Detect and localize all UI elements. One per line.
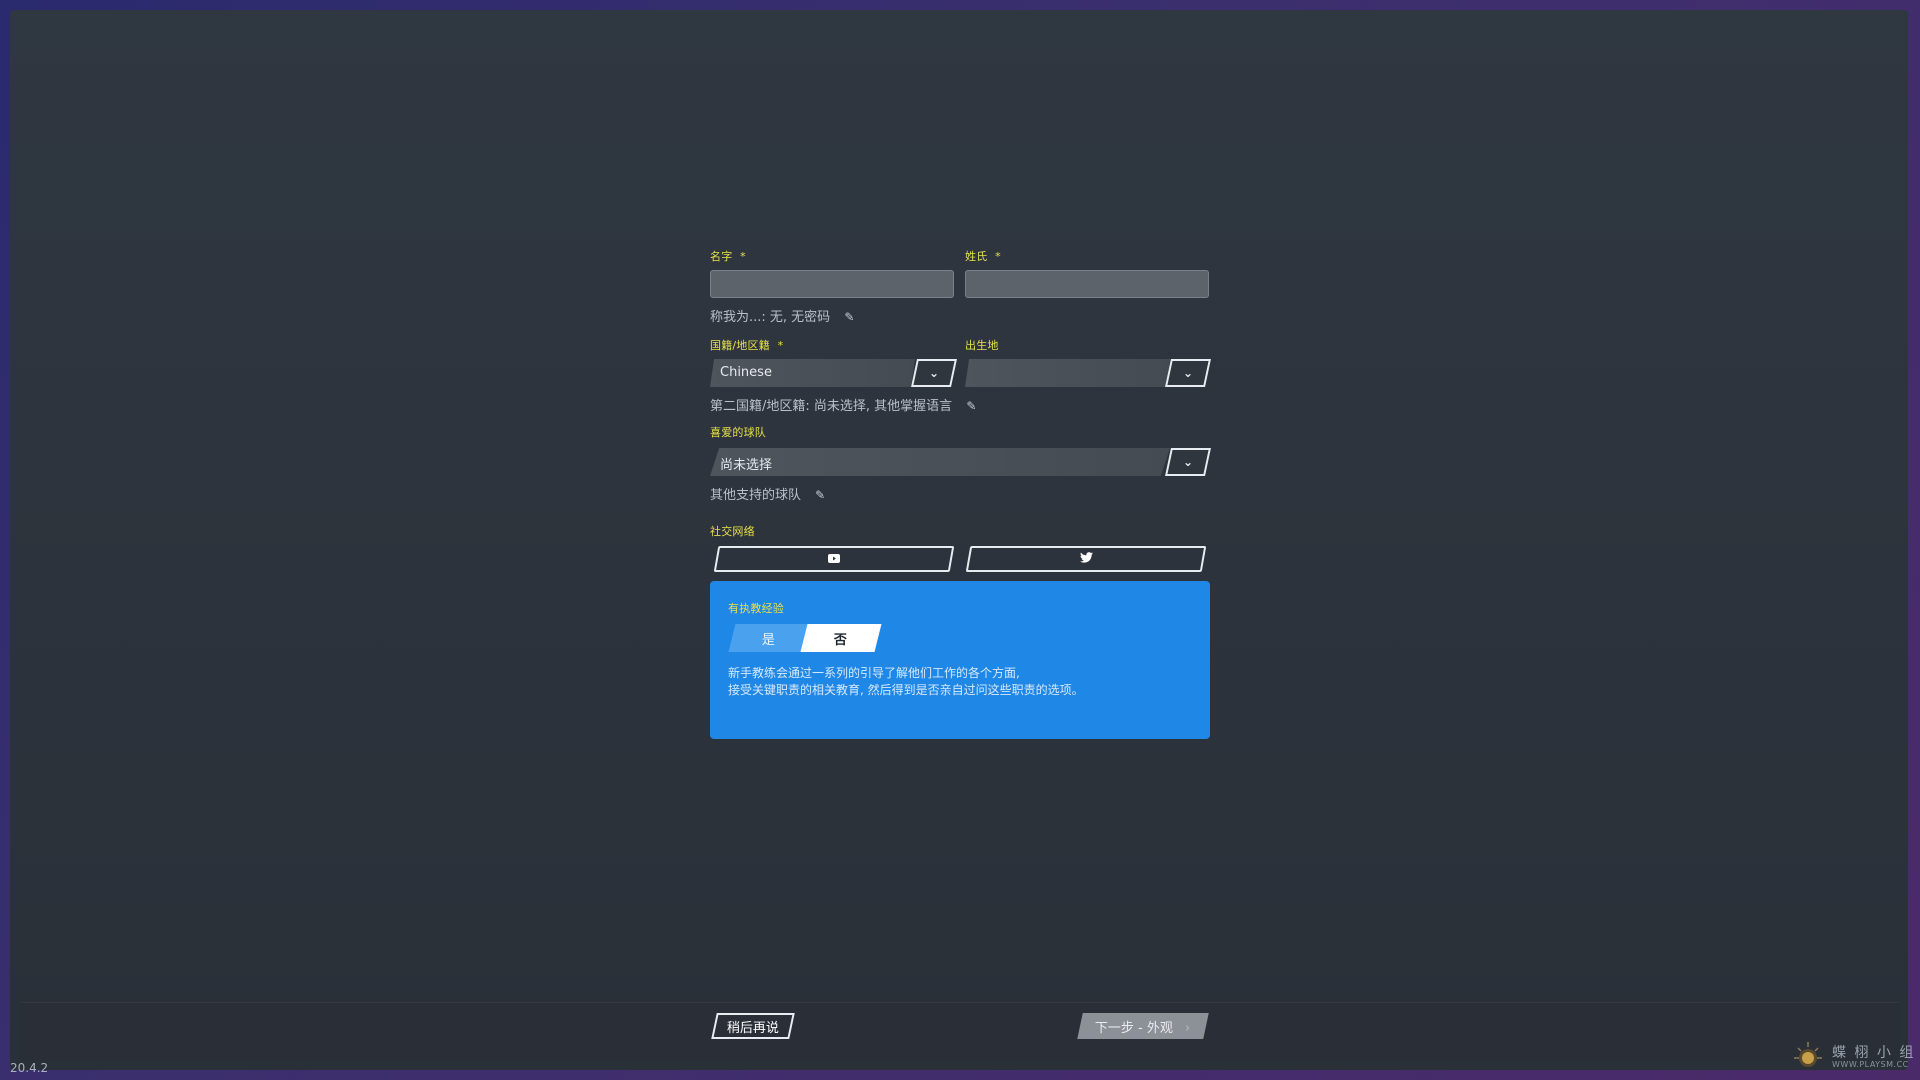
birthplace-label: 出生地 [965,337,999,353]
favorite-team-label: 喜爱的球队 [710,424,766,440]
coaching-label: 有执教经验 [728,602,784,615]
favorite-team-label-text: 喜爱的球队 [710,426,766,439]
social-label: 社交网络 [710,523,755,539]
nationality-dropdown-button[interactable]: ⌄ [911,359,957,387]
coaching-description-line: 新手教练会通过一系列的引导了解他们工作的各个方面, [728,666,1020,680]
favorite-team-value: 尚未选择 [720,458,773,473]
last-name-label-text: 姓氏 [965,250,988,263]
edit-pencil-icon[interactable]: ✎ [966,399,976,413]
footer-bar [20,1002,1900,1061]
coaching-no-label: 否 [834,632,848,648]
chevron-down-icon: ⌄ [928,366,940,380]
coaching-yes-option[interactable]: 是 [728,624,810,652]
birthplace-dropdown-button[interactable]: ⌄ [1165,359,1211,387]
last-name-label: 姓氏 * [965,248,1001,264]
watermark: 蝶 栩 小 组 WWW.PLAYSM.CC [1788,1040,1916,1074]
other-teams-hint[interactable]: 其他支持的球队 ✎ [710,484,825,503]
youtube-icon [828,552,840,566]
last-name-field[interactable] [965,270,1209,298]
later-button[interactable]: 稍后再说 [711,1013,795,1039]
required-marker: * [740,250,746,263]
version-label: 20.4.2 [10,1061,49,1075]
favorite-team-select[interactable]: 尚未选择 [710,448,1170,476]
nationality-label: 国籍/地区籍 * [710,337,783,353]
second-nationality-hint[interactable]: 第二国籍/地区籍: 尚未选择, 其他掌握语言 ✎ [710,395,976,414]
coaching-description-line: 接受关键职责的相关教育, 然后得到是否亲自过问这些职责的选项。 [728,683,1084,697]
coaching-experience-panel: 有执教经验 是 否 新手教练会通过一系列的引导了解他们工作的各个方面, 接受关键… [710,581,1210,739]
favorite-team-dropdown-button[interactable]: ⌄ [1165,448,1211,476]
coaching-description: 新手教练会通过一系列的引导了解他们工作的各个方面, 接受关键职责的相关教育, 然… [728,665,1084,699]
nickname-hint-text: 称我为...: 无, 无密码 [710,310,831,325]
coaching-yes-label: 是 [762,632,776,648]
next-appearance-button[interactable]: 下一步 - 外观 › [1077,1013,1209,1039]
nationality-value: Chinese [720,365,772,380]
birthplace-select[interactable] [965,359,1170,387]
first-name-field[interactable] [710,270,954,298]
edit-pencil-icon[interactable]: ✎ [844,310,854,324]
other-teams-hint-text: 其他支持的球队 [710,488,802,503]
edit-pencil-icon[interactable]: ✎ [815,488,825,502]
twitter-button[interactable] [965,546,1207,572]
watermark-subtitle: WWW.PLAYSM.CC [1832,1060,1909,1069]
youtube-button[interactable] [713,546,955,572]
nationality-label-text: 国籍/地区籍 [710,339,770,352]
later-button-label: 稍后再说 [726,1020,779,1036]
main-window [10,10,1908,1070]
chevron-down-icon: ⌄ [1182,455,1194,469]
first-name-label: 名字 * [710,248,746,264]
watermark-title: 蝶 栩 小 组 [1832,1045,1916,1061]
nationality-select[interactable]: Chinese [710,359,915,387]
required-marker: * [995,250,1001,263]
chevron-right-icon: › [1185,1020,1191,1036]
required-marker: * [777,339,784,352]
birthplace-label-text: 出生地 [965,339,999,352]
first-name-label-text: 名字 [710,250,733,263]
social-label-text: 社交网络 [710,525,755,538]
next-button-label: 下一步 - 外观 [1095,1020,1174,1036]
second-nationality-hint-text: 第二国籍/地区籍: 尚未选择, 其他掌握语言 [710,399,953,414]
chevron-down-icon: ⌄ [1182,366,1194,380]
watermark-logo-icon [1794,1042,1822,1067]
nickname-hint[interactable]: 称我为...: 无, 无密码 ✎ [710,306,854,325]
coaching-no-option[interactable]: 否 [800,624,882,652]
twitter-icon [1079,552,1093,566]
